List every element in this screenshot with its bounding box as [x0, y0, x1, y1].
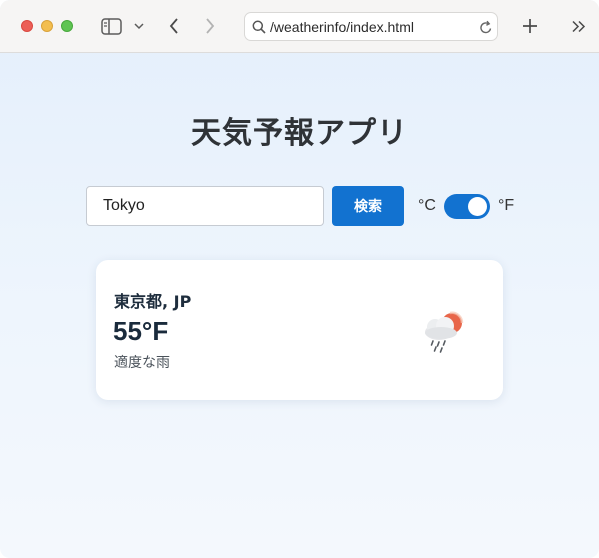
rain-cloud-sun-icon — [419, 307, 467, 353]
celsius-label: °C — [418, 197, 436, 214]
url-text: /weatherinfo/index.html — [270, 19, 414, 35]
sidebar-toggle-icon[interactable] — [100, 17, 122, 35]
weather-description: 適度な雨 — [114, 355, 170, 371]
weather-card: 東京都, JP 55°F 適度な雨 — [96, 260, 503, 400]
unit-toggle-knob — [468, 197, 487, 216]
overflow-chevrons-icon[interactable] — [570, 19, 586, 34]
browser-toolbar: /weatherinfo/index.html — [0, 0, 599, 53]
back-arrow-icon[interactable] — [166, 16, 182, 36]
city-search-input[interactable] — [86, 186, 324, 226]
close-window-button[interactable] — [21, 20, 33, 32]
address-bar[interactable]: /weatherinfo/index.html — [244, 12, 498, 41]
search-icon — [252, 20, 266, 34]
unit-toggle[interactable] — [444, 194, 490, 219]
fahrenheit-label: °F — [498, 197, 515, 214]
chevron-down-icon[interactable] — [133, 21, 145, 31]
temperature: 55°F — [113, 316, 169, 346]
minimize-window-button[interactable] — [41, 20, 53, 32]
new-tab-plus-icon[interactable] — [521, 17, 539, 35]
browser-window: /weatherinfo/index.html 天気予報アプリ 検索 °C — [0, 0, 599, 558]
reload-icon[interactable] — [478, 19, 493, 35]
search-button[interactable]: 検索 — [332, 186, 404, 226]
app-title: 天気予報アプリ — [191, 116, 408, 151]
forward-arrow-icon[interactable] — [202, 16, 218, 36]
city-name: 東京都, JP — [114, 292, 192, 311]
zoom-window-button[interactable] — [61, 20, 73, 32]
